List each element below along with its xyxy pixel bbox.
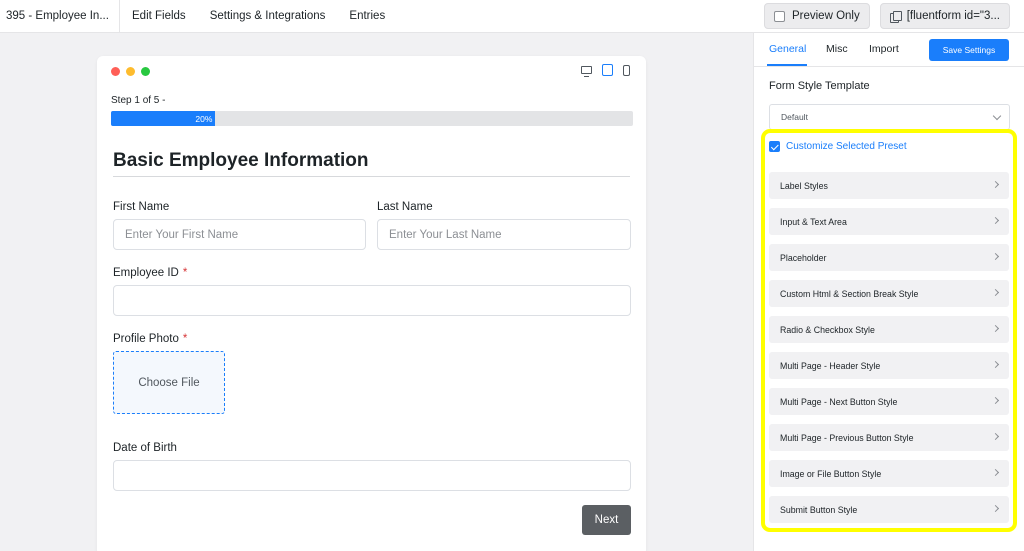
window-controls [111,67,150,76]
preview-only-label: Preview Only [791,10,860,22]
required-mark: * [182,333,188,345]
style-item-label: Multi Page - Next Button Style [780,396,898,407]
employee-id-label-text: Employee ID [113,267,179,279]
progress-label: 20% [195,113,213,124]
active-tab-indicator [767,64,807,66]
profile-photo-label: Profile Photo * [113,333,187,345]
device-switcher [581,64,630,77]
heading-divider [113,176,630,177]
chevron-right-icon [991,324,1000,333]
style-item-label: Multi Page - Header Style [780,360,881,371]
employee-id-label: Employee ID * [113,267,187,279]
chevron-right-icon [991,396,1000,405]
profile-photo-label-text: Profile Photo [113,333,179,345]
step-indicator: Step 1 of 5 - [111,95,166,106]
style-item-label-styles[interactable]: Label Styles [769,172,1009,199]
shortcode-button[interactable]: [fluentform id="3... [879,3,1010,29]
choose-file-button[interactable]: Choose File [113,351,225,414]
employee-id-input[interactable] [113,285,631,316]
customize-preset-row[interactable]: Customize Selected Preset [769,141,907,152]
copy-icon [889,10,902,23]
form-title[interactable]: 395 - Employee In... [0,0,120,33]
tablet-icon[interactable] [602,64,613,76]
progress-fill: 20% [111,111,216,126]
dob-label: Date of Birth [113,442,177,454]
style-item-image-file-button[interactable]: Image or File Button Style [769,460,1009,487]
close-dot-icon [111,67,120,76]
style-item-multipage-previous[interactable]: Multi Page - Previous Button Style [769,424,1009,451]
tab-misc[interactable]: Misc [826,43,848,55]
desktop-icon[interactable] [581,66,592,77]
form-preview-card: Step 1 of 5 - 20% Basic Employee Informa… [97,56,646,551]
checkbox-icon[interactable] [773,10,785,22]
style-item-input-text-area[interactable]: Input & Text Area [769,208,1009,235]
template-select-value: Default [781,112,808,122]
preview-only-button[interactable]: Preview Only [763,3,870,29]
checkbox-checked-icon[interactable] [769,141,780,152]
chevron-right-icon [991,252,1000,261]
chevron-right-icon [991,504,1000,513]
chevron-right-icon [991,360,1000,369]
chevron-down-icon [992,111,1002,121]
style-item-submit-button[interactable]: Submit Button Style [769,496,1009,523]
chevron-right-icon [991,468,1000,477]
progress-bar: 20% [111,111,633,126]
maximize-dot-icon [141,67,150,76]
chevron-right-icon [991,288,1000,297]
required-mark: * [182,267,188,279]
minimize-dot-icon [126,67,135,76]
style-item-label: Image or File Button Style [780,468,882,479]
style-item-label: Radio & Checkbox Style [780,324,875,335]
customize-preset-label: Customize Selected Preset [786,141,907,152]
style-item-label: Multi Page - Previous Button Style [780,432,914,443]
style-item-multipage-next[interactable]: Multi Page - Next Button Style [769,388,1009,415]
chevron-right-icon [991,216,1000,225]
chevron-right-icon [991,180,1000,189]
style-item-custom-html[interactable]: Custom Html & Section Break Style [769,280,1009,307]
nav-settings-integrations[interactable]: Settings & Integrations [198,0,338,33]
tab-general[interactable]: General [769,43,806,55]
chevron-right-icon [991,432,1000,441]
style-item-label: Custom Html & Section Break Style [780,288,919,299]
mobile-icon[interactable] [623,64,630,76]
style-settings-panel: General Misc Import Save Settings Form S… [753,33,1024,551]
style-item-label: Submit Button Style [780,504,858,515]
form-canvas: Step 1 of 5 - 20% Basic Employee Informa… [0,33,753,551]
last-name-input[interactable]: Enter Your Last Name [377,219,631,250]
settings-tabs: General Misc Import Save Settings [754,33,1024,67]
top-actions: Preview Only [fluentform id="3... [763,3,1010,29]
style-item-multipage-header[interactable]: Multi Page - Header Style [769,352,1009,379]
shortcode-label: [fluentform id="3... [906,10,1000,22]
style-item-label: Placeholder [780,252,827,263]
last-name-label: Last Name [377,201,433,213]
style-item-placeholder[interactable]: Placeholder [769,244,1009,271]
style-item-label: Input & Text Area [780,216,847,227]
template-select[interactable]: Default [769,104,1010,130]
template-label: Form Style Template [769,80,870,92]
first-name-input[interactable]: Enter Your First Name [113,219,366,250]
nav-entries[interactable]: Entries [337,0,397,33]
next-button[interactable]: Next [582,505,631,535]
style-item-label: Label Styles [780,180,828,191]
dob-input[interactable] [113,460,631,491]
top-bar: 395 - Employee In... Edit Fields Setting… [0,0,1024,33]
style-item-radio-checkbox[interactable]: Radio & Checkbox Style [769,316,1009,343]
first-name-label: First Name [113,201,170,213]
top-nav: Edit Fields Settings & Integrations Entr… [120,0,397,33]
save-settings-button[interactable]: Save Settings [929,39,1009,61]
form-heading: Basic Employee Information [113,150,369,171]
tab-import[interactable]: Import [869,43,899,55]
nav-edit-fields[interactable]: Edit Fields [120,0,198,33]
